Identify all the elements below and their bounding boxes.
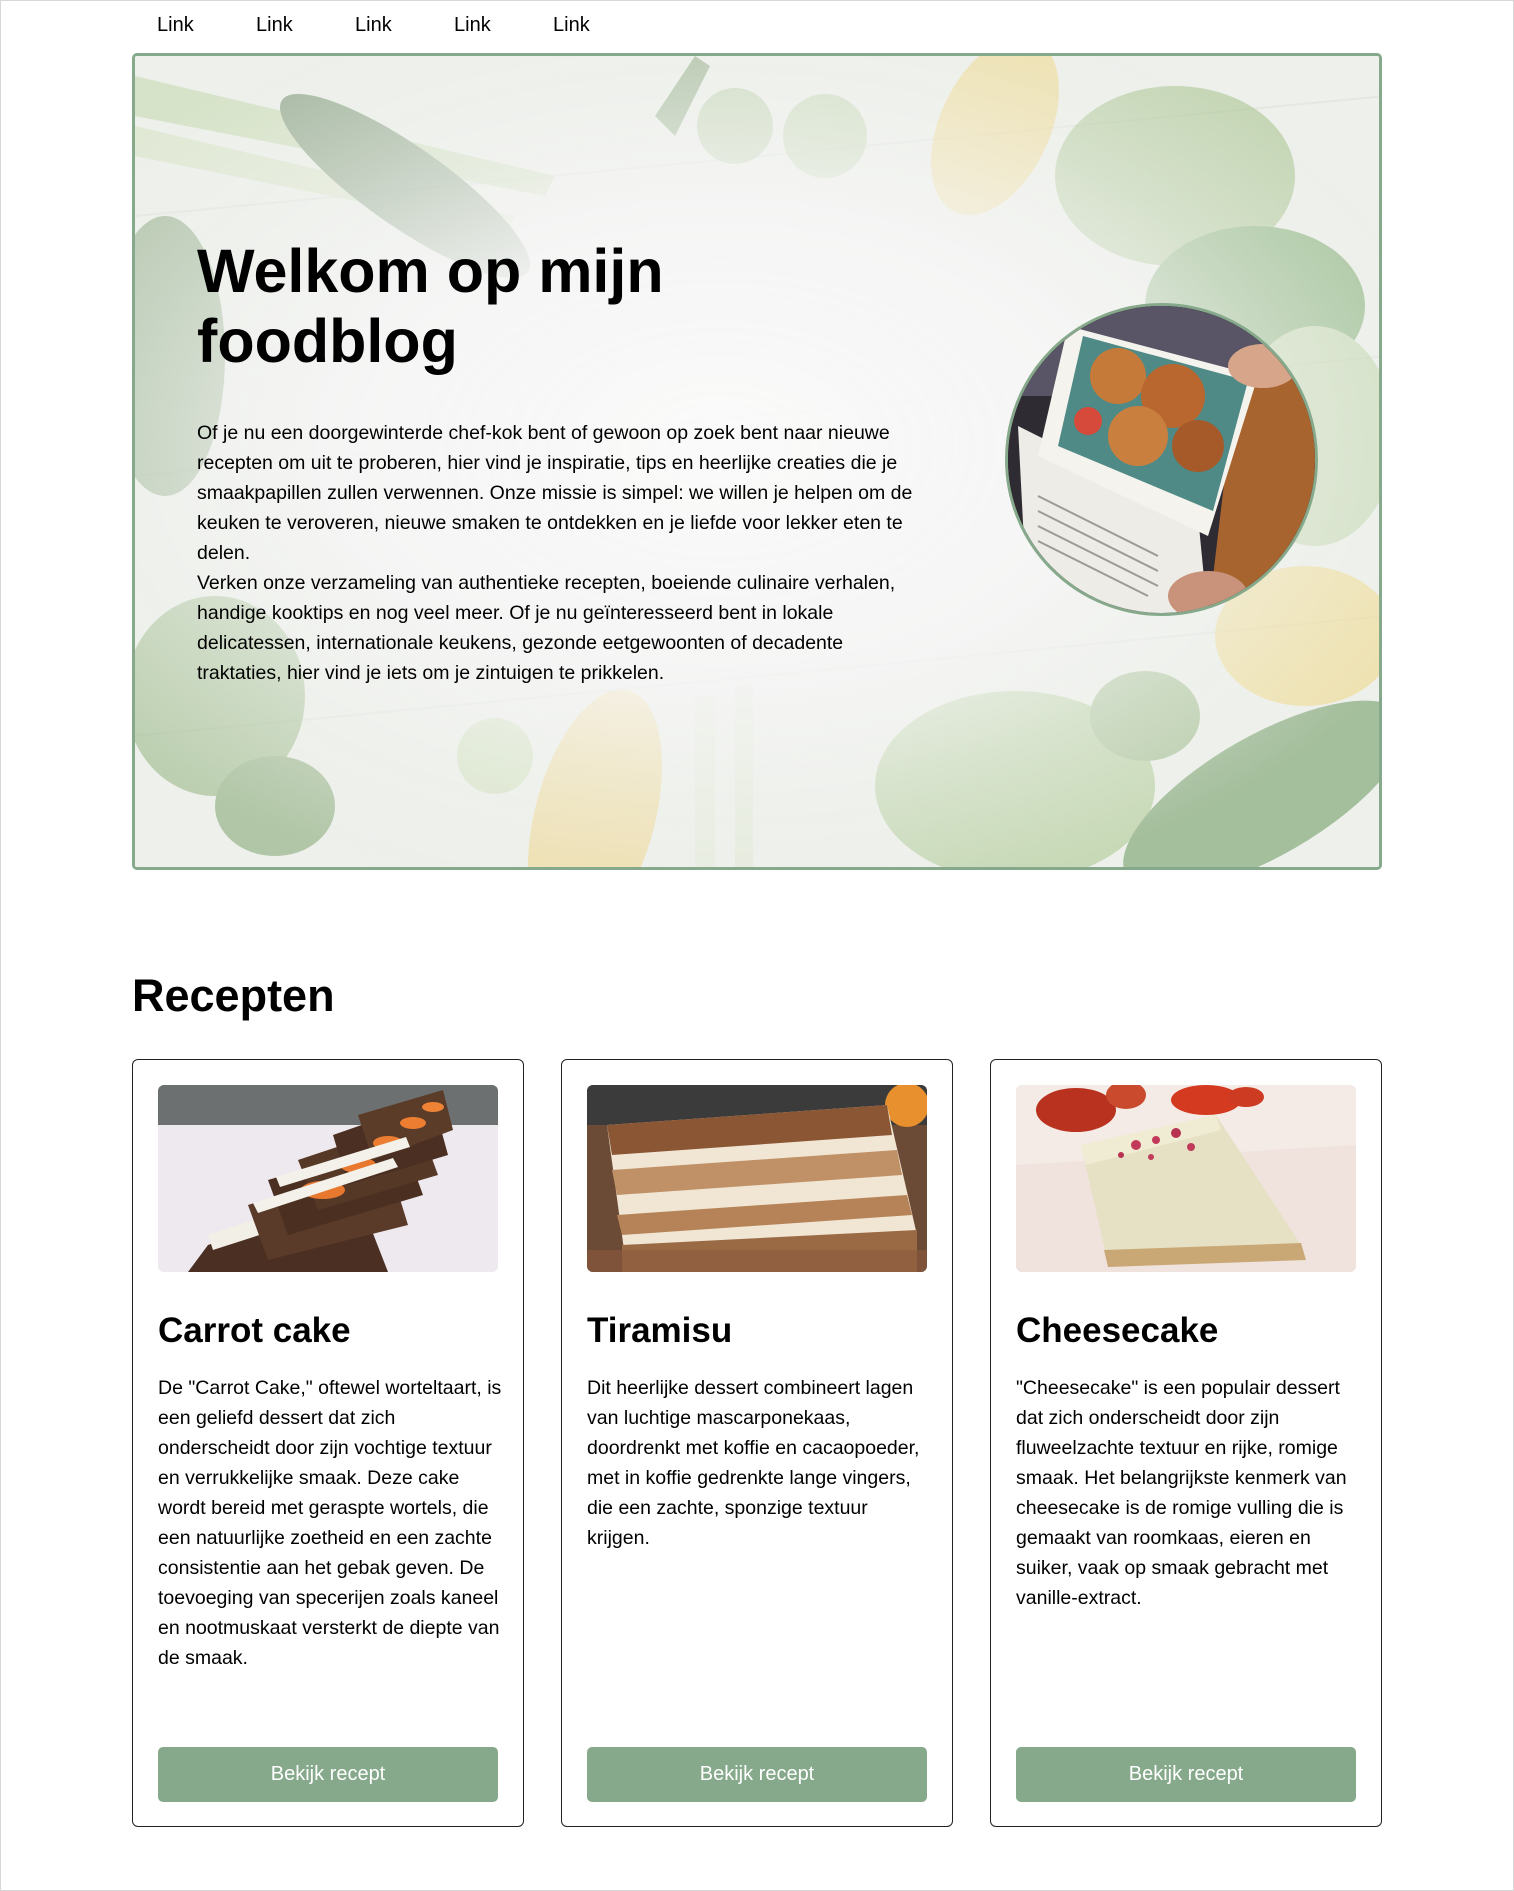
recipe-card-carrot-cake: Carrot cake De "Carrot Cake," oftewel wo… (132, 1059, 524, 1827)
recipes-heading: Recepten (132, 970, 335, 1021)
view-recipe-button[interactable]: Bekijk recept (1016, 1747, 1356, 1802)
card-description: De "Carrot Cake," oftewel worteltaart, i… (158, 1377, 502, 1669)
nav-link-4[interactable]: Link (430, 12, 529, 40)
card-title: Tiramisu (587, 1311, 733, 1350)
recipe-card-cheesecake: Cheesecake "Cheesecake" is een populair … (990, 1059, 1382, 1827)
cookbook-photo (1005, 303, 1318, 616)
hero-intro: Of je nu een doorgewinterde chef-kok ben… (197, 418, 932, 688)
hero-paragraph-2: Verken onze verzameling van authentieke … (197, 572, 896, 684)
carrot-cake-image (158, 1085, 498, 1272)
view-recipe-button[interactable]: Bekijk recept (158, 1747, 498, 1802)
hero-paragraph-1: Of je nu een doorgewinterde chef-kok ben… (197, 422, 913, 564)
recipe-card-tiramisu: Tiramisu Dit heerlijke dessert combineer… (561, 1059, 953, 1827)
card-description: "Cheesecake" is een populair dessert dat… (1016, 1377, 1347, 1609)
top-nav: Link Link Link Link Link (133, 12, 628, 40)
hero-banner: Welkom op mijn foodblog Of je nu een doo… (132, 53, 1382, 870)
card-description: Dit heerlijke dessert combineert lagen v… (587, 1377, 920, 1549)
nav-link-3[interactable]: Link (331, 12, 430, 40)
cheesecake-image (1016, 1085, 1356, 1272)
hero-title: Welkom op mijn foodblog (197, 237, 664, 375)
nav-link-2[interactable]: Link (232, 12, 331, 40)
card-title: Cheesecake (1016, 1311, 1219, 1350)
tiramisu-image (587, 1085, 927, 1272)
view-recipe-button[interactable]: Bekijk recept (587, 1747, 927, 1802)
nav-link-5[interactable]: Link (529, 12, 628, 40)
card-title: Carrot cake (158, 1311, 351, 1350)
nav-link-1[interactable]: Link (133, 12, 232, 40)
